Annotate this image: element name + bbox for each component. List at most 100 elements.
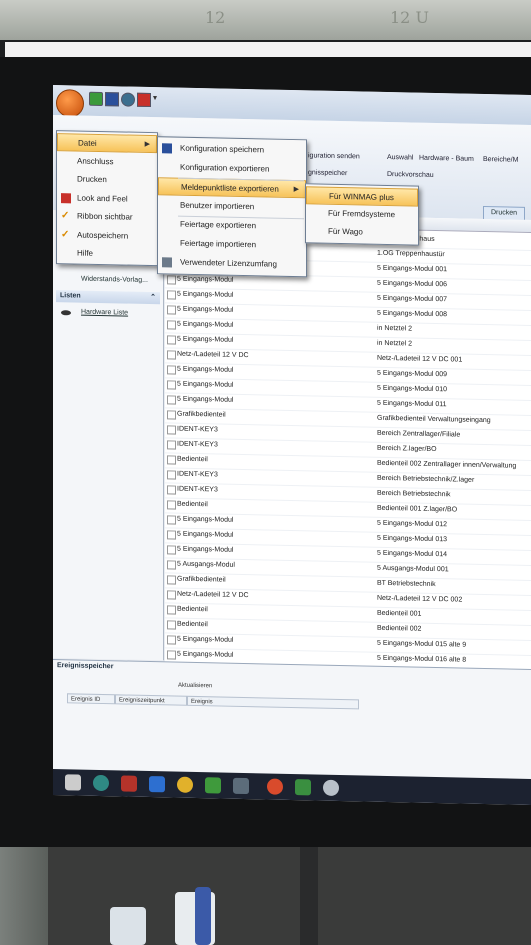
row-checkbox[interactable] — [167, 395, 176, 405]
row-checkbox[interactable] — [167, 545, 176, 555]
menu-item-f-r-wago[interactable]: Für Wago — [306, 222, 440, 243]
menu-item-konfiguration-exportieren[interactable]: Konfiguration exportieren — [158, 158, 328, 180]
menu-item-label: Datei — [78, 138, 97, 148]
row-checkbox[interactable] — [167, 650, 176, 660]
cell-name: Netz-/Ladeteil 12 V DC 001 — [377, 354, 463, 364]
cell-name: Bedienteil 001 — [377, 609, 422, 618]
row-checkbox[interactable] — [167, 350, 176, 360]
row-checkbox[interactable] — [167, 560, 176, 570]
row-checkbox[interactable] — [167, 575, 176, 585]
row-checkbox[interactable] — [167, 305, 176, 315]
cell-type: IDENT-KEY3 — [177, 440, 218, 449]
desk-wall — [0, 847, 48, 945]
cell-name: Bereich Zentrallager/Filiale — [377, 429, 461, 439]
cell-type: Bedienteil — [177, 605, 208, 614]
cell-type: 5 Eingangs-Modul — [177, 335, 234, 344]
cell-type: 5 Eingangs-Modul — [177, 275, 234, 284]
menu-item-feiertage-importieren[interactable]: Feiertage importieren — [158, 234, 328, 256]
cell-type: 5 Ausgangs-Modul — [177, 560, 235, 569]
chrome-icon[interactable] — [267, 778, 283, 795]
row-checkbox[interactable] — [167, 605, 176, 615]
save-icon[interactable] — [105, 92, 119, 107]
ribbon-button-bereiche[interactable]: Bereiche/M — [483, 156, 518, 164]
row-checkbox[interactable] — [167, 635, 176, 645]
cell-name: 5 Eingangs-Modul 011 — [377, 399, 447, 409]
menu-item-konfiguration-speichern[interactable]: Konfiguration speichern — [158, 139, 328, 161]
chrome-icon[interactable] — [177, 776, 193, 793]
cell-type: Netz-/Ladeteil 12 V DC — [177, 590, 249, 600]
cell-name: 5 Eingangs-Modul 006 — [377, 279, 448, 289]
cell-type: Bedienteil — [177, 455, 208, 464]
row-checkbox[interactable] — [167, 440, 176, 450]
monitor-stand — [300, 847, 318, 945]
collapse-icon[interactable]: ⌃ — [150, 292, 156, 304]
excel-icon[interactable] — [295, 779, 311, 796]
row-checkbox[interactable] — [167, 425, 176, 435]
refresh-button[interactable]: Aktualisieren — [178, 683, 258, 695]
menu-item-benutzer-importieren[interactable]: Benutzer importieren — [158, 196, 328, 218]
tree-item-widerstands-vorlage[interactable]: Widerstands-Vorlag... — [81, 276, 148, 284]
ribbon-button-druckvorschau[interactable]: Druckvorschau — [387, 171, 434, 179]
app-icon[interactable] — [89, 91, 103, 107]
globe-icon[interactable] — [121, 92, 135, 107]
list-item-hardware-liste[interactable]: Hardware Liste — [81, 309, 128, 317]
cell-type: 5 Eingangs-Modul — [177, 515, 234, 524]
filezilla-icon[interactable] — [121, 775, 137, 792]
cell-name: BT Betriebstechnik — [377, 579, 436, 589]
cell-type: 5 Eingangs-Modul — [177, 545, 234, 554]
cell-name: 5 Eingangs-Modul 012 — [377, 519, 448, 529]
row-checkbox[interactable] — [167, 380, 176, 390]
column-header-ereigniszeitpunkt[interactable]: Ereigniszeitpunkt — [115, 694, 187, 706]
row-checkbox[interactable] — [167, 335, 176, 345]
cell-name: Bedienteil 002 — [377, 624, 422, 633]
license-icon — [162, 257, 172, 268]
row-checkbox[interactable] — [167, 530, 176, 540]
app-icon[interactable] — [323, 779, 339, 796]
section-header-listen[interactable]: Listen ⌃ — [56, 290, 160, 305]
column-header-ereignis-id[interactable]: Ereignis ID — [67, 693, 115, 705]
column-header-ereignis[interactable]: Ereignis — [187, 695, 359, 710]
row-checkbox[interactable] — [167, 500, 176, 510]
start-icon[interactable] — [65, 774, 81, 791]
cell-name: 5 Eingangs-Modul 001 — [377, 264, 448, 274]
stop-icon[interactable] — [137, 92, 151, 108]
menu-item-verwendeter-lizenzumfang[interactable]: Verwendeter Lizenzumfang — [158, 253, 328, 275]
menu-item-label: Feiertage importieren — [180, 238, 257, 250]
row-checkbox[interactable] — [167, 590, 176, 600]
row-checkbox[interactable] — [167, 515, 176, 525]
row-checkbox[interactable] — [167, 320, 176, 330]
menu-item-f-r-winmag-plus[interactable]: Für WINMAG plus — [306, 186, 418, 207]
row-checkbox[interactable] — [167, 470, 176, 480]
menu-item-label: Benutzer importieren — [180, 200, 255, 212]
cell-type: 5 Eingangs-Modul — [177, 650, 234, 659]
menu-item-label: Konfiguration exportieren — [180, 162, 270, 174]
app-icon[interactable] — [233, 777, 249, 795]
ribbon-button-auswahl[interactable]: Auswahl — [387, 154, 413, 162]
cell-type: Netz-/Ladeteil 12 V DC — [177, 350, 249, 360]
application-menu: Datei▶Anschluss▶Drucken▶Look and Feel▶✓R… — [56, 130, 171, 267]
menu-item-datei[interactable]: Datei ▶ — [57, 133, 157, 154]
cell-type: IDENT-KEY3 — [177, 470, 218, 479]
row-checkbox[interactable] — [167, 275, 176, 285]
cell-name: Bedienteil 002 Zentrallager innen/Verwal… — [377, 459, 517, 470]
row-checkbox[interactable] — [167, 410, 176, 420]
checkmark-icon: ✓ — [61, 210, 70, 222]
app-icon[interactable] — [93, 774, 109, 792]
cell-name: Netz-/Ladeteil 12 V DC 002 — [377, 594, 463, 604]
cell-name: 5 Eingangs-Modul 014 — [377, 549, 448, 559]
row-checkbox[interactable] — [167, 365, 176, 375]
dropdown-arrow-icon[interactable]: ▾ — [153, 93, 165, 105]
ribbon-button-hardware-baum[interactable]: Hardware - Baum — [419, 155, 474, 163]
row-checkbox[interactable] — [167, 620, 176, 630]
application-orb-button[interactable] — [56, 89, 84, 118]
row-checkbox[interactable] — [167, 290, 176, 300]
app-icon[interactable] — [205, 777, 221, 794]
submenu-arrow-icon: ▶ — [144, 140, 150, 149]
outlook-icon[interactable] — [149, 776, 165, 793]
cell-name: 5 Eingangs-Modul 009 — [377, 369, 448, 379]
row-checkbox[interactable] — [167, 455, 176, 465]
hardware-grid: Name 3.OG treppenhaus1.OG Treppenhaustür… — [165, 212, 531, 672]
menu-item-label: Konfiguration speichern — [180, 143, 265, 155]
row-checkbox[interactable] — [167, 485, 176, 495]
paper-strip — [5, 42, 531, 57]
